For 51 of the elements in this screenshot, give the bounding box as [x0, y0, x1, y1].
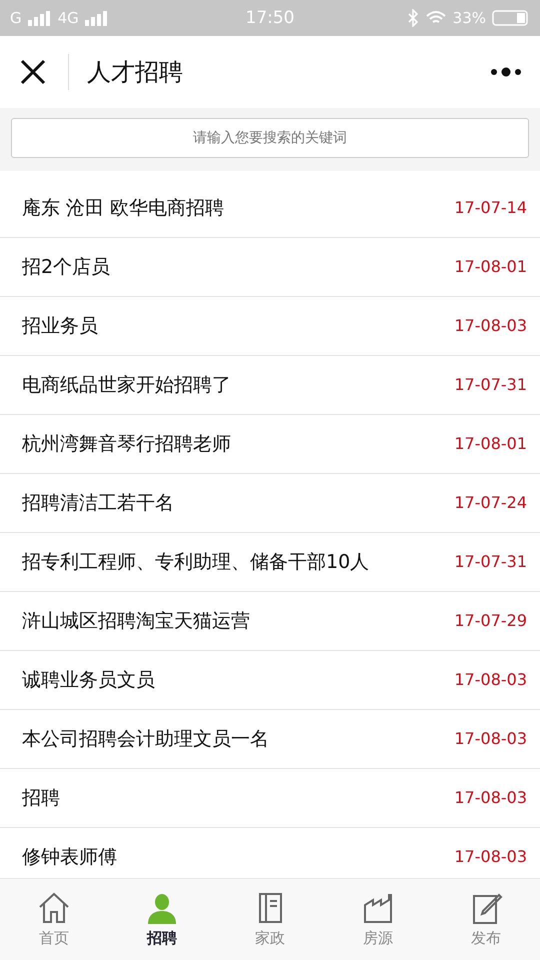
- network-text: 4G: [58, 9, 79, 27]
- job-row[interactable]: 诚聘业务员文员 17-08-03: [0, 651, 540, 710]
- job-title: 招业务员: [22, 314, 98, 338]
- job-date: 17-08-03: [454, 728, 527, 750]
- job-title: 本公司招聘会计助理文员一名: [22, 727, 269, 751]
- job-date: 17-08-03: [454, 315, 527, 337]
- job-date: 17-08-03: [454, 846, 527, 868]
- job-title: 杭州湾舞音琴行招聘老师: [22, 432, 231, 456]
- signal-icon: [84, 10, 109, 26]
- job-date: 17-07-29: [454, 610, 527, 632]
- job-date: 17-07-14: [454, 197, 527, 219]
- clock-text: 17:50: [246, 8, 294, 28]
- job-row[interactable]: 电商纸品世家开始招聘了 17-07-31: [0, 356, 540, 415]
- job-title: 修钟表师傅: [22, 845, 117, 869]
- job-title: 招2个店员: [22, 255, 110, 279]
- job-row[interactable]: 招聘清洁工若干名 17-07-24: [0, 474, 540, 533]
- close-icon[interactable]: [20, 59, 46, 85]
- signal-icon: [28, 10, 52, 26]
- job-date: 17-07-31: [454, 551, 527, 573]
- job-row[interactable]: 杭州湾舞音琴行招聘老师 17-08-01: [0, 415, 540, 474]
- person-icon: [145, 891, 179, 925]
- job-title: 招聘: [22, 786, 60, 810]
- job-date: 17-07-24: [454, 492, 527, 514]
- battery-icon: [492, 10, 530, 26]
- job-date: 17-07-31: [454, 374, 527, 396]
- job-title: 浒山城区招聘淘宝天猫运营: [22, 609, 250, 633]
- home-icon: [37, 891, 71, 925]
- job-row[interactable]: 招聘 17-08-03: [0, 769, 540, 828]
- job-row[interactable]: 浒山城区招聘淘宝天猫运营 17-07-29: [0, 592, 540, 651]
- building-icon: [361, 891, 395, 925]
- job-title: 庵东 沧田 欧华电商招聘: [22, 196, 224, 220]
- search-field[interactable]: 请输入您要搜索的关键词: [11, 118, 529, 158]
- page-title: 人才招聘: [87, 57, 184, 88]
- job-row[interactable]: 本公司招聘会计助理文员一名 17-08-03: [0, 710, 540, 769]
- job-title: 诚聘业务员文员: [22, 668, 155, 692]
- job-date: 17-08-03: [454, 787, 527, 809]
- more-icon[interactable]: [490, 67, 522, 77]
- job-title: 招专利工程师、专利助理、储备干部10人: [22, 550, 370, 574]
- job-date: 17-08-01: [454, 433, 527, 455]
- tab-item[interactable]: 招聘: [108, 879, 216, 960]
- bluetooth-icon: [406, 9, 419, 27]
- job-date: 17-08-01: [454, 256, 527, 278]
- job-row[interactable]: 招业务员 17-08-03: [0, 297, 540, 356]
- carrier-text: G: [10, 9, 22, 27]
- job-title: 电商纸品世家开始招聘了: [22, 373, 231, 397]
- job-row[interactable]: 庵东 沧田 欧华电商招聘 17-07-14: [0, 179, 540, 238]
- job-date: 17-08-03: [454, 669, 527, 691]
- job-title: 招聘清洁工若干名: [22, 491, 174, 515]
- job-row[interactable]: 招2个店员 17-08-01: [0, 238, 540, 297]
- job-row[interactable]: 招专利工程师、专利助理、储备干部10人 17-07-31: [0, 533, 540, 592]
- battery-text: 33%: [452, 9, 486, 27]
